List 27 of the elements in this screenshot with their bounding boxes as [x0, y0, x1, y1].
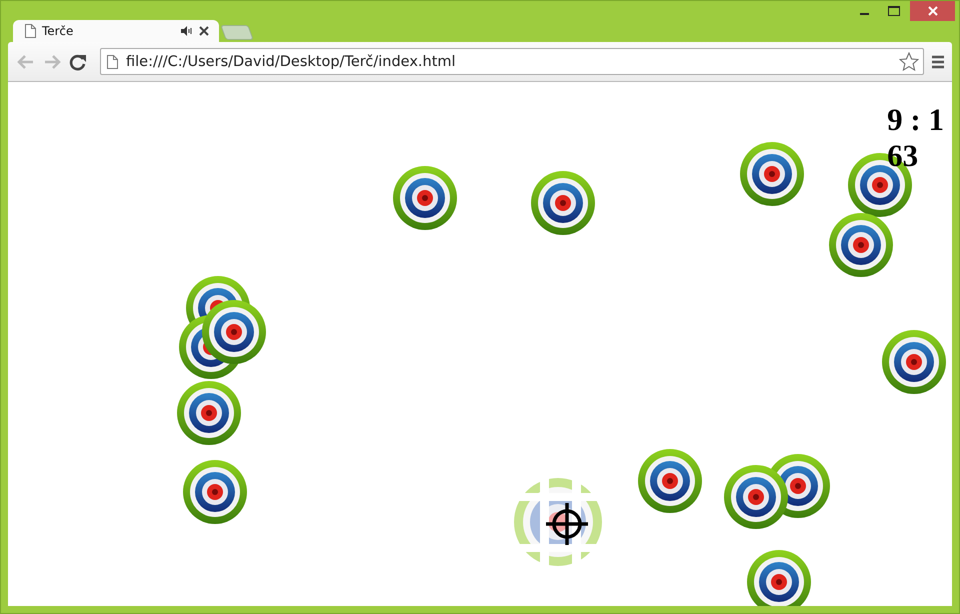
speaker-icon[interactable] [181, 26, 193, 36]
close-icon[interactable] [199, 26, 209, 36]
target-group-drawing[interactable] [723, 453, 831, 530]
target-icon[interactable] [182, 459, 248, 525]
url-text: file:///C:/Users/David/Desktop/Terč/index.html [126, 54, 457, 70]
close-icon [928, 6, 938, 16]
target-icon[interactable] [828, 212, 894, 278]
score-text: 9 : 1 [887, 102, 944, 138]
target-icon[interactable] [176, 380, 242, 446]
target-group-drawing[interactable] [178, 275, 267, 380]
target-icon[interactable] [392, 165, 458, 231]
page-icon [107, 54, 118, 68]
target-icon[interactable] [530, 170, 596, 236]
address-bar[interactable]: file:///C:/Users/David/Desktop/Terč/index.html [100, 48, 924, 75]
target-icon[interactable] [637, 448, 703, 514]
game-canvas[interactable]: 9 : 1 63 [8, 82, 952, 606]
browser-tab[interactable]: Terče [13, 20, 219, 42]
crosshair-icon [543, 500, 591, 548]
page-icon [25, 24, 36, 38]
close-window-button[interactable] [910, 1, 955, 21]
target-icon[interactable] [739, 141, 805, 207]
star-icon[interactable] [899, 52, 919, 71]
target-icon[interactable] [746, 549, 812, 606]
timer-text: 63 [887, 138, 918, 174]
menu-icon[interactable] [930, 54, 946, 68]
target-icon[interactable] [881, 329, 947, 395]
reload-icon[interactable] [68, 52, 88, 70]
